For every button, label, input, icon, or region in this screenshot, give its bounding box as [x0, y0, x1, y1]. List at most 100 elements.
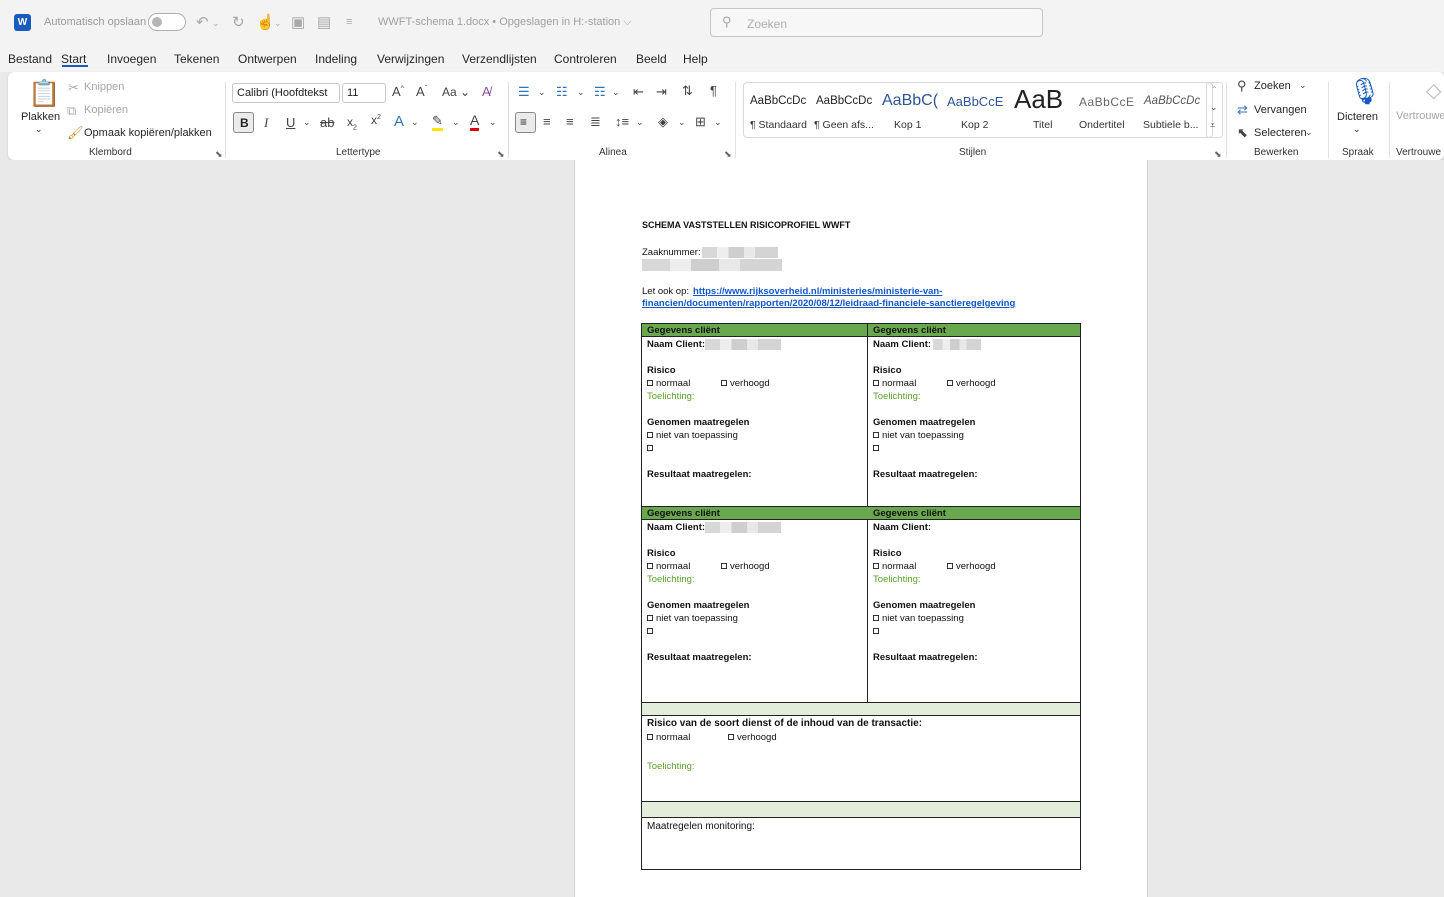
- numbering-dropdown-icon[interactable]: ⌄: [577, 87, 585, 98]
- underline-icon[interactable]: U: [286, 115, 295, 130]
- checkbox-normal[interactable]: [647, 563, 653, 570]
- checkbox-normal[interactable]: [647, 380, 653, 387]
- option-raised[interactable]: verhoogd: [721, 561, 770, 572]
- stijlen-launcher-icon[interactable]: ⬊: [1214, 149, 1222, 160]
- reference-link-part2[interactable]: financien/documenten/rapporten/2020/08/1…: [642, 298, 1015, 309]
- save-icon[interactable]: ▣: [291, 13, 305, 31]
- checkbox-not-applicable[interactable]: [647, 615, 653, 622]
- sensitivity-button[interactable]: Vertrouwe: [1396, 110, 1444, 122]
- align-center-icon[interactable]: ≡: [543, 114, 551, 129]
- checkbox-raised[interactable]: [728, 734, 734, 741]
- touch-mode-icon[interactable]: ☝: [256, 13, 275, 31]
- bullets-dropdown-icon[interactable]: ⌄: [538, 87, 546, 98]
- checkbox-normal[interactable]: [873, 380, 879, 387]
- subscript-icon[interactable]: x2: [347, 115, 357, 131]
- tab-tekenen[interactable]: Tekenen: [174, 52, 219, 66]
- checkbox-not-applicable[interactable]: [873, 432, 879, 439]
- option-empty[interactable]: [873, 626, 882, 637]
- option-empty[interactable]: [647, 443, 656, 454]
- option-raised[interactable]: verhoogd: [721, 378, 770, 389]
- option-normal[interactable]: normaal: [873, 378, 916, 389]
- tab-verzendlijsten[interactable]: Verzendlijsten: [462, 52, 537, 66]
- numbering-icon[interactable]: ☷: [556, 84, 568, 100]
- find-dropdown-icon[interactable]: ⌄: [1299, 80, 1307, 91]
- font-color-icon[interactable]: A: [470, 112, 480, 131]
- klembord-launcher-icon[interactable]: ⬊: [215, 149, 223, 160]
- checkbox-raised[interactable]: [721, 380, 727, 387]
- find-icon[interactable]: ⚲: [1237, 78, 1247, 94]
- document-title[interactable]: WWFT-schema 1.docx • Opgeslagen in H:-st…: [378, 16, 632, 29]
- paste-button[interactable]: Plakken: [21, 111, 60, 123]
- select-icon[interactable]: ⬉: [1237, 125, 1248, 141]
- dictate-dropdown-icon[interactable]: ⌄: [1353, 124, 1361, 135]
- microphone-icon[interactable]: 🎙: [1348, 76, 1381, 107]
- borders-icon[interactable]: ⊞: [695, 114, 706, 130]
- tab-bestand[interactable]: Bestand: [8, 52, 52, 66]
- reference-link-part1[interactable]: https://www.rijksoverheid.nl/ministeries…: [693, 286, 942, 297]
- bullets-icon[interactable]: ☰: [518, 84, 530, 100]
- bold-button[interactable]: B: [233, 112, 254, 133]
- replace-icon[interactable]: ⇄: [1237, 102, 1248, 118]
- shading-icon[interactable]: ◈: [658, 114, 668, 130]
- underline-dropdown-icon[interactable]: ⌄: [303, 117, 311, 128]
- option-empty[interactable]: [873, 443, 882, 454]
- replace-button[interactable]: Vervangen: [1254, 104, 1307, 116]
- increase-indent-icon[interactable]: ⇥: [656, 84, 667, 100]
- option-normal[interactable]: normaal: [647, 561, 690, 572]
- change-case-icon[interactable]: Aa ⌄: [442, 85, 470, 99]
- checkbox-not-applicable[interactable]: [647, 432, 653, 439]
- borders-dropdown-icon[interactable]: ⌄: [714, 117, 722, 128]
- checkbox-empty[interactable]: [647, 445, 653, 452]
- checkbox-raised[interactable]: [947, 380, 953, 387]
- multilevel-list-icon[interactable]: ☶: [594, 84, 606, 100]
- paste-dropdown-icon[interactable]: ⌄: [35, 124, 43, 135]
- show-formatting-icon[interactable]: ¶: [710, 83, 717, 98]
- sort-icon[interactable]: ⇅: [682, 83, 693, 99]
- autosave-toggle[interactable]: [148, 13, 186, 31]
- option-raised[interactable]: verhoogd: [947, 561, 996, 572]
- tab-verwijzingen[interactable]: Verwijzingen: [377, 52, 444, 66]
- clear-formatting-icon[interactable]: A̸: [482, 84, 491, 99]
- italic-icon[interactable]: I: [264, 115, 268, 131]
- tab-invoegen[interactable]: Invoegen: [107, 52, 156, 66]
- option-normal[interactable]: normaal: [647, 378, 690, 389]
- option-empty[interactable]: [647, 626, 656, 637]
- scroll-down-icon[interactable]: ⌄: [1210, 102, 1218, 113]
- option-not-applicable[interactable]: niet van toepassing: [873, 430, 964, 441]
- shading-dropdown-icon[interactable]: ⌄: [678, 117, 686, 128]
- lettertype-launcher-icon[interactable]: ⬊: [497, 149, 505, 160]
- more-styles-icon[interactable]: ⩡: [1210, 120, 1215, 131]
- copy-icon[interactable]: ⧉: [67, 103, 76, 119]
- select-button[interactable]: Selecteren: [1254, 127, 1307, 139]
- highlight-icon[interactable]: ✎: [432, 113, 443, 131]
- picture-icon[interactable]: ▤: [317, 13, 331, 31]
- cut-icon[interactable]: ✂: [68, 80, 79, 96]
- format-painter-button[interactable]: Opmaak kopiëren/plakken: [84, 127, 212, 139]
- undo-icon[interactable]: ↶: [196, 13, 209, 31]
- copy-button[interactable]: Kopiëren: [84, 104, 128, 116]
- tab-ontwerpen[interactable]: Ontwerpen: [238, 52, 297, 66]
- tab-help[interactable]: Help: [683, 52, 708, 66]
- align-left-button[interactable]: ≡: [515, 112, 536, 133]
- dictate-button[interactable]: Dicteren: [1337, 111, 1378, 123]
- tab-controleren[interactable]: Controleren: [554, 52, 617, 66]
- alinea-launcher-icon[interactable]: ⬊: [724, 149, 732, 160]
- paste-icon[interactable]: 📋: [28, 78, 60, 109]
- select-dropdown-icon[interactable]: ⌄: [1305, 127, 1313, 138]
- option-not-applicable[interactable]: niet van toepassing: [647, 430, 738, 441]
- checkbox-normal[interactable]: [873, 563, 879, 570]
- option-raised[interactable]: verhoogd: [728, 732, 777, 743]
- search-box[interactable]: ⚲ Zoeken: [710, 8, 1043, 37]
- checkbox-normal[interactable]: [647, 734, 653, 741]
- line-spacing-icon[interactable]: ↕≡: [615, 114, 629, 129]
- sensitivity-icon[interactable]: ◇: [1426, 78, 1441, 103]
- strikethrough-icon[interactable]: ab: [320, 115, 334, 130]
- superscript-icon[interactable]: x2: [371, 113, 381, 127]
- option-not-applicable[interactable]: niet van toepassing: [873, 613, 964, 624]
- text-effects-icon[interactable]: A: [394, 113, 404, 130]
- decrease-indent-icon[interactable]: ⇤: [633, 84, 644, 100]
- scroll-up-icon[interactable]: ⌃: [1211, 85, 1218, 94]
- checkbox-empty[interactable]: [647, 628, 653, 635]
- multilevel-dropdown-icon[interactable]: ⌄: [612, 87, 620, 98]
- cut-button[interactable]: Knippen: [84, 81, 124, 93]
